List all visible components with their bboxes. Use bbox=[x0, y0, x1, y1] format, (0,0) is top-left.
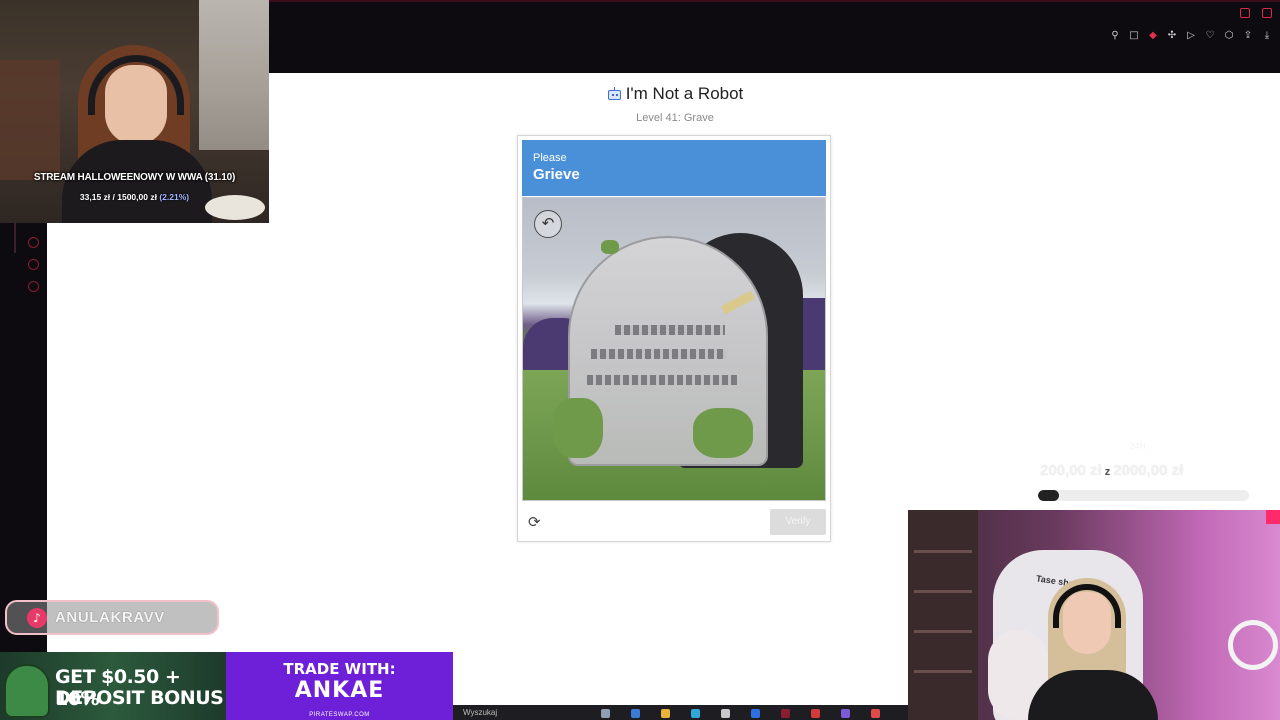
page-title-text: I'm Not a Robot bbox=[625, 84, 744, 103]
stream-title: STREAM HALLOWEENOWY W WWA (31.10) bbox=[33, 172, 236, 183]
grave-canvas[interactable]: ↶ bbox=[522, 197, 826, 501]
settings-icon[interactable] bbox=[28, 281, 39, 292]
verify-button[interactable]: Verify bbox=[770, 509, 826, 535]
share-icon[interactable]: ⇪ bbox=[1243, 31, 1253, 41]
taskbar-app-icon[interactable] bbox=[631, 709, 640, 718]
donation-current: 200,00 zł bbox=[1040, 462, 1102, 479]
captcha-widget: Please Grieve ↶ ⟳ Verify bbox=[517, 135, 831, 542]
corner-marker bbox=[1266, 510, 1280, 524]
trade-panel: TRADE WITH: ANKAE PIRATESWAP.COM bbox=[226, 652, 453, 720]
taskbar-app-icon[interactable] bbox=[781, 709, 790, 718]
square-icon[interactable]: □ bbox=[1129, 31, 1139, 41]
tiktok-username: ANULAKRAVV bbox=[55, 609, 165, 626]
mascot-icon bbox=[4, 664, 50, 718]
donation-target: 2000,00 zł bbox=[1113, 462, 1184, 479]
undo-icon[interactable]: ↶ bbox=[534, 210, 562, 238]
goal-target: 1500,00 zł bbox=[117, 192, 157, 202]
browser-toolbar: ⚲ □ ◆ ✣ ▷ ♡ ⬡ ⇪ ⤓ bbox=[268, 0, 1280, 73]
folder-icon[interactable] bbox=[661, 709, 670, 718]
engraving-line bbox=[587, 375, 737, 385]
side-strip bbox=[0, 223, 47, 720]
edge-icon[interactable] bbox=[691, 709, 700, 718]
donation-separator: z bbox=[1104, 466, 1111, 478]
sponsor-site: PIRATESWAP.COM bbox=[309, 712, 370, 718]
toolbar-accent-line bbox=[268, 0, 1280, 2]
donation-progress-bar bbox=[1038, 490, 1249, 501]
translate-icon[interactable]: ✣ bbox=[1167, 31, 1177, 41]
engraving-line bbox=[591, 349, 726, 359]
tiktok-icon: ♪ bbox=[27, 607, 47, 628]
level-label: Level 41: Grave bbox=[636, 112, 714, 124]
moss bbox=[693, 408, 753, 458]
taskbar-search[interactable]: Wyszukaj bbox=[463, 708, 497, 717]
sponsor-banner[interactable]: GET $0.50 + 10% DEPOSIT BONUS TRADE WITH… bbox=[0, 652, 453, 720]
donation-goal-label: 24H bbox=[1130, 442, 1147, 451]
moss bbox=[601, 240, 619, 254]
background-window bbox=[199, 0, 269, 150]
webcam-bottom-right: Tase sho bbox=[908, 510, 1280, 720]
taskbar-app-icon[interactable] bbox=[751, 709, 760, 718]
shield-icon[interactable]: ◆ bbox=[1148, 31, 1158, 41]
donation-progress-fill bbox=[1038, 490, 1060, 501]
pin-icon[interactable]: ⚲ bbox=[1110, 31, 1120, 41]
goal-percent: (2.21%) bbox=[159, 192, 190, 202]
captcha-prompt: Please Grieve bbox=[522, 140, 826, 196]
background-shelf bbox=[908, 510, 978, 720]
background-shelf bbox=[0, 60, 60, 180]
minimize-icon[interactable] bbox=[1240, 8, 1250, 18]
play-icon[interactable]: ▷ bbox=[1186, 31, 1196, 41]
prompt-prefix: Please bbox=[533, 152, 567, 164]
extensions-icon[interactable]: ⬡ bbox=[1224, 31, 1234, 41]
trade-line-1: TRADE WITH: bbox=[283, 660, 396, 678]
fan bbox=[1228, 620, 1278, 670]
maximize-icon[interactable] bbox=[1262, 8, 1272, 18]
chat-icon[interactable] bbox=[28, 259, 39, 270]
stream-goal-overlay: STREAM HALLOWEENOWY W WWA (31.10) 33,15 … bbox=[0, 172, 269, 202]
clock-icon[interactable] bbox=[28, 237, 39, 248]
opera-icon[interactable] bbox=[871, 709, 880, 718]
trade-line-2: ANKAE bbox=[294, 678, 385, 703]
stream-screen: ⚲ □ ◆ ✣ ▷ ♡ ⬡ ⇪ ⤓ STREAM HALLOWEENOWY W … bbox=[0, 0, 1280, 720]
prompt-word: Grieve bbox=[533, 166, 580, 183]
tiktok-handle: ♪ ANULAKRAVV bbox=[5, 600, 219, 635]
window-controls bbox=[1240, 8, 1272, 18]
donation-goal-amount: 200,00 zł z 2000,00 zł bbox=[1040, 462, 1183, 479]
page-header: I'm Not a Robot Level 41: Grave bbox=[520, 84, 830, 124]
reload-icon[interactable]: ⟳ bbox=[528, 514, 544, 530]
taskbar-app-icon[interactable] bbox=[601, 709, 610, 718]
taskbar-app-icon[interactable] bbox=[811, 709, 820, 718]
moss bbox=[553, 398, 603, 458]
stream-goal: 33,15 zł / 1500,00 zł (2.21%) bbox=[0, 192, 269, 202]
side-divider bbox=[14, 223, 16, 253]
page-title: I'm Not a Robot bbox=[607, 84, 744, 104]
download-icon[interactable]: ⤓ bbox=[1262, 31, 1272, 41]
taskbar-app-icon[interactable] bbox=[841, 709, 850, 718]
bonus-line-2: DEPOSIT BONUS bbox=[55, 687, 224, 709]
taskbar: Wyszukaj bbox=[453, 705, 908, 720]
goal-current: 33,15 zł bbox=[79, 192, 111, 202]
store-icon[interactable] bbox=[721, 709, 730, 718]
robot-icon bbox=[607, 87, 622, 101]
engraving-line bbox=[615, 325, 725, 335]
toolbar-icons: ⚲ □ ◆ ✣ ▷ ♡ ⬡ ⇪ ⤓ bbox=[1110, 31, 1272, 41]
webcam-top-left: STREAM HALLOWEENOWY W WWA (31.10) 33,15 … bbox=[0, 0, 269, 223]
bonus-panel: GET $0.50 + 10% DEPOSIT BONUS bbox=[0, 652, 226, 720]
heart-icon[interactable]: ♡ bbox=[1205, 31, 1215, 41]
